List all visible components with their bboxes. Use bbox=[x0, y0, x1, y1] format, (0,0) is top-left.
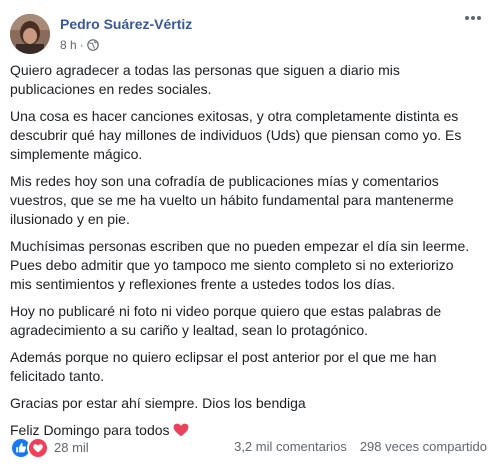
post-time[interactable]: 8 h bbox=[60, 38, 77, 52]
post-paragraph: Una cosa es hacer canciones exitosas, y … bbox=[10, 108, 462, 162]
post-card: Pedro Suárez-Vértiz 8 h · Quiero agradec… bbox=[0, 0, 497, 469]
avatar[interactable] bbox=[10, 14, 50, 54]
post-paragraph: Gracias por estar ahí siempre. Dios los … bbox=[10, 395, 306, 411]
post-paragraph: Hoy no publicaré ni foto ni video porque… bbox=[10, 303, 442, 338]
more-options-icon[interactable] bbox=[461, 10, 485, 30]
love-reaction-icon bbox=[27, 437, 49, 459]
post-paragraph: Mis redes hoy son una cofradía de public… bbox=[10, 173, 454, 227]
post-paragraph: Quiero agradecer a todas las personas qu… bbox=[10, 62, 400, 97]
author-name[interactable]: Pedro Suárez-Vértiz bbox=[60, 16, 192, 32]
post-body: Quiero agradecer a todas las personas qu… bbox=[10, 61, 478, 448]
post-meta: 8 h · bbox=[60, 38, 99, 52]
reactions-summary[interactable]: 28 mil bbox=[10, 437, 89, 459]
post-paragraph: Además porque no quiero eclipsar el post… bbox=[10, 349, 437, 384]
heart-emoji-icon bbox=[173, 423, 189, 437]
comments-count-link[interactable]: 3,2 mil comentarios bbox=[234, 436, 347, 458]
post-footer: 28 mil 3,2 mil comentarios 298 veces com… bbox=[10, 436, 487, 459]
post-stats: 3,2 mil comentarios 298 veces compartido bbox=[234, 436, 487, 458]
globe-icon[interactable] bbox=[86, 39, 99, 51]
post-paragraph: Muchísimas personas escriben que no pued… bbox=[10, 238, 470, 292]
post-header: Pedro Suárez-Vértiz 8 h · bbox=[10, 10, 487, 54]
reaction-count[interactable]: 28 mil bbox=[54, 437, 89, 459]
meta-separator: · bbox=[79, 38, 84, 52]
shares-count-link[interactable]: 298 veces compartido bbox=[360, 436, 487, 458]
